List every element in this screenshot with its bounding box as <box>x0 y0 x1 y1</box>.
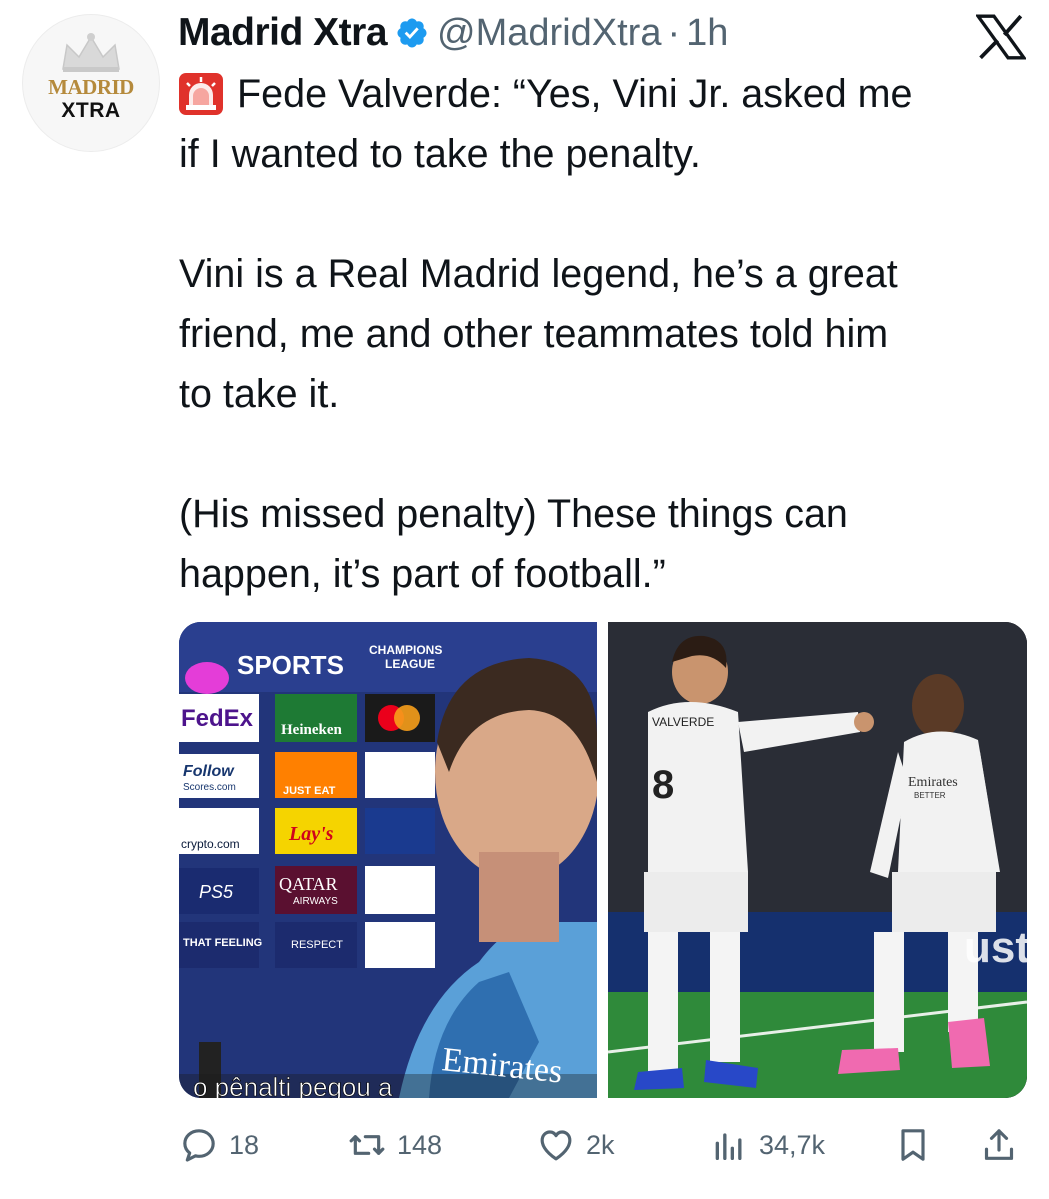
tweet-header: Madrid Xtra @MadridXtra · 1h <box>178 8 728 58</box>
celebration-photo[interactable]: VALVERDE 8 Emirates BETTER uste <box>608 622 1027 1098</box>
repost-count: 148 <box>397 1129 443 1160</box>
ucl-label-bottom: LEAGUE <box>385 657 435 671</box>
views-count: 34,7k <box>759 1129 826 1160</box>
tnt-sports-label: SPORTS <box>237 650 344 680</box>
reply-count: 18 <box>229 1129 260 1160</box>
ucl-label-top: CHAMPIONS <box>369 643 442 657</box>
interview-photo-art: SPORTS CHAMPIONS LEAGUE FedEx Heineken F… <box>179 622 597 1098</box>
avatar-logo-madrid: MADRID <box>48 75 134 99</box>
separator-dot: · <box>667 11 681 54</box>
heineken-board: Heineken <box>281 722 342 738</box>
reply-icon <box>183 1129 215 1162</box>
qatar-board: QATAR <box>279 874 338 894</box>
avatar-logo-xtra: XTRA <box>61 99 121 122</box>
follow-board: Follow <box>183 763 235 780</box>
like-count: 2k <box>586 1129 615 1160</box>
siren-icon <box>179 73 223 115</box>
x-logo-icon[interactable] <box>976 14 1026 60</box>
follow-board-sub: Scores.com <box>183 782 236 793</box>
celebration-photo-art: VALVERDE 8 Emirates BETTER uste <box>608 622 1027 1098</box>
repost-button[interactable]: 148 <box>347 1120 442 1170</box>
respect-board: RESPECT <box>291 939 343 951</box>
shirt-name: VALVERDE <box>652 715 714 729</box>
handle[interactable]: @MadridXtra <box>437 12 661 55</box>
reply-button[interactable]: 18 <box>179 1120 259 1170</box>
timestamp[interactable]: 1h <box>686 12 728 55</box>
display-name[interactable]: Madrid Xtra <box>178 11 388 55</box>
share-icon <box>984 1129 1014 1160</box>
bookmark-button[interactable] <box>893 1120 943 1170</box>
action-bar: 18 148 2k 34,7k <box>179 1120 1029 1170</box>
qatar-board-sub: AIRWAYS <box>293 896 338 907</box>
like-button[interactable]: 2k <box>536 1120 615 1170</box>
heart-icon <box>540 1130 572 1161</box>
interview-photo[interactable]: SPORTS CHAMPIONS LEAGUE FedEx Heineken F… <box>179 622 597 1098</box>
crypto-board: crypto.com <box>181 837 240 851</box>
shirt-number: 8 <box>652 763 674 807</box>
tweet-body: Fede Valverde: “Yes, Vini Jr. asked me i… <box>179 72 913 596</box>
avatar[interactable]: MADRID XTRA <box>22 14 160 152</box>
verified-badge-icon <box>397 18 427 48</box>
bookmark-icon <box>901 1129 925 1161</box>
subtitle-text: o pênalti pegou a <box>193 1072 393 1098</box>
views-icon <box>715 1133 742 1160</box>
justeat-board: JUST EAT <box>283 785 336 797</box>
vini-shirt-sponsor-sub: BETTER <box>914 791 946 800</box>
views-button[interactable]: 34,7k <box>709 1120 825 1170</box>
fedex-board: FedEx <box>181 705 254 732</box>
lays-board: Lay's <box>288 823 334 845</box>
repost-icon <box>349 1135 385 1155</box>
board-text: uste <box>964 923 1027 972</box>
vini-shirt-sponsor: Emirates <box>908 775 958 790</box>
tweet-text: Fede Valverde: “Yes, Vini Jr. asked me i… <box>179 64 1039 604</box>
crown-icon <box>62 33 120 72</box>
ps5-board: PS5 <box>199 882 234 902</box>
media-grid: SPORTS CHAMPIONS LEAGUE FedEx Heineken F… <box>179 622 1027 1098</box>
share-button[interactable] <box>979 1120 1029 1170</box>
that-feeling-board: THAT FEELING <box>183 937 262 949</box>
